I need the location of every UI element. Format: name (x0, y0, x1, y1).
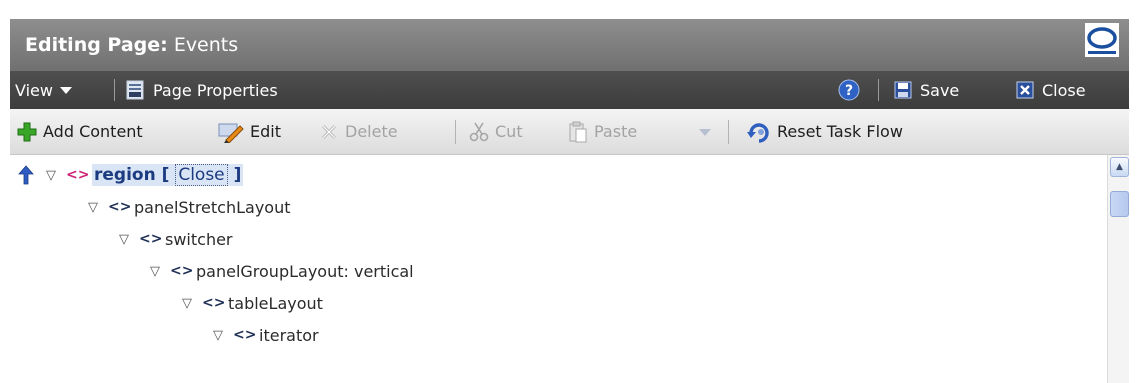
tree-node-label: panelStretchLayout (134, 197, 291, 217)
nav-separator (114, 79, 115, 101)
root-close-bracket: ] (233, 165, 242, 185)
scrollbar-thumb[interactable] (1110, 191, 1129, 217)
reset-task-flow-button[interactable]: Reset Task Flow (747, 109, 903, 154)
save-icon (894, 81, 912, 99)
scissors-icon (469, 122, 489, 141)
close-button[interactable]: Close (1016, 71, 1086, 109)
title-prefix: Editing Page: (25, 34, 168, 56)
cut-label: Cut (495, 122, 523, 141)
collapse-triangle-icon[interactable]: ▽ (180, 296, 194, 311)
delete-label: Delete (345, 122, 398, 141)
composer-nav-bar: View Page Properties ? Save Close (10, 71, 1129, 109)
edit-label: Edit (250, 122, 281, 141)
tree-node-label: iterator (259, 325, 319, 345)
close-label: Close (1042, 80, 1086, 100)
delete-icon (321, 124, 337, 139)
paste-button[interactable]: Paste (568, 109, 637, 154)
scroll-up-button[interactable]: ▲ (1110, 157, 1129, 177)
paste-label: Paste (594, 122, 638, 141)
tree-node-label: tableLayout (228, 293, 323, 313)
title-bar: Editing Page: Events (10, 19, 1129, 71)
component-tag-icon: <> (170, 263, 194, 279)
save-button[interactable]: Save (894, 71, 959, 109)
paste-icon (569, 121, 587, 142)
chevron-up-icon: ▲ (1116, 162, 1123, 172)
help-icon: ? (838, 79, 860, 101)
collapse-triangle-icon[interactable]: ▽ (44, 168, 58, 183)
page-properties-icon (126, 80, 144, 100)
tree-node-label: panelGroupLayout: vertical (196, 261, 414, 281)
component-tag-icon: <> (139, 231, 163, 247)
cut-button[interactable]: Cut (469, 109, 523, 154)
tree-node[interactable]: ▽ <> iterator (211, 319, 319, 351)
collapse-triangle-icon[interactable]: ▽ (148, 264, 162, 279)
tree-node[interactable]: ▽ <> panelGroupLayout: vertical (148, 255, 414, 287)
view-menu[interactable]: View (15, 71, 73, 109)
tree-node[interactable]: ▽ <> panelStretchLayout (86, 191, 291, 223)
page-title: Editing Page: Events (25, 34, 238, 56)
title-page-name: Events (173, 34, 239, 56)
edit-icon (218, 123, 244, 143)
collapse-triangle-icon[interactable]: ▽ (211, 328, 225, 343)
help-glyph: ? (845, 83, 853, 99)
close-icon (1016, 81, 1034, 99)
dropdown-arrow-icon (59, 87, 72, 94)
tree-node-label: switcher (165, 229, 233, 249)
collapse-triangle-icon[interactable]: ▽ (86, 200, 100, 215)
page-composer-window: Editing Page: Events View Page Propertie… (10, 19, 1129, 383)
chevron-down-icon (699, 128, 711, 136)
nav-separator (878, 79, 879, 101)
add-icon (17, 122, 37, 141)
add-content-button[interactable]: Add Content (16, 109, 143, 154)
root-open-bracket: [ (161, 165, 170, 185)
tree-node[interactable]: ▽ <> tableLayout (180, 287, 323, 319)
root-node-name: region (94, 165, 156, 185)
component-tag-icon: <> (66, 167, 90, 183)
page-properties-label: Page Properties (153, 80, 278, 100)
paste-options-dropdown[interactable] (698, 109, 712, 154)
edit-button[interactable]: Edit (218, 109, 281, 154)
component-tag-icon: <> (202, 295, 226, 311)
collapse-triangle-icon[interactable]: ▽ (117, 232, 131, 247)
close-region-link[interactable]: Close (175, 164, 228, 186)
go-to-parent-icon[interactable] (18, 165, 34, 185)
oracle-logo-icon (1085, 23, 1119, 57)
reset-icon (747, 122, 769, 143)
delete-button[interactable]: Delete (319, 109, 398, 154)
help-button[interactable]: ? (838, 71, 860, 109)
reset-task-flow-label: Reset Task Flow (777, 122, 903, 141)
edit-toolbar: Add Content Edit Delete Cut Paste Reset … (10, 109, 1129, 155)
tree-root-node[interactable]: ▽ <> region [ Close ] (18, 159, 244, 191)
add-content-label: Add Content (43, 122, 143, 141)
root-node-label[interactable]: region [ Close ] (92, 164, 244, 186)
tree-node[interactable]: ▽ <> switcher (117, 223, 233, 255)
toolbar-separator (455, 120, 456, 144)
save-label: Save (920, 80, 960, 100)
view-menu-label: View (15, 80, 53, 100)
component-tag-icon: <> (233, 327, 257, 343)
component-tree: ▽ <> region [ Close ] ▽ <> panelStretchL… (10, 155, 1107, 383)
component-tag-icon: <> (108, 199, 132, 215)
page-properties-button[interactable]: Page Properties (125, 71, 278, 109)
toolbar-separator (728, 120, 729, 144)
vertical-scrollbar[interactable]: ▲ (1107, 155, 1129, 383)
